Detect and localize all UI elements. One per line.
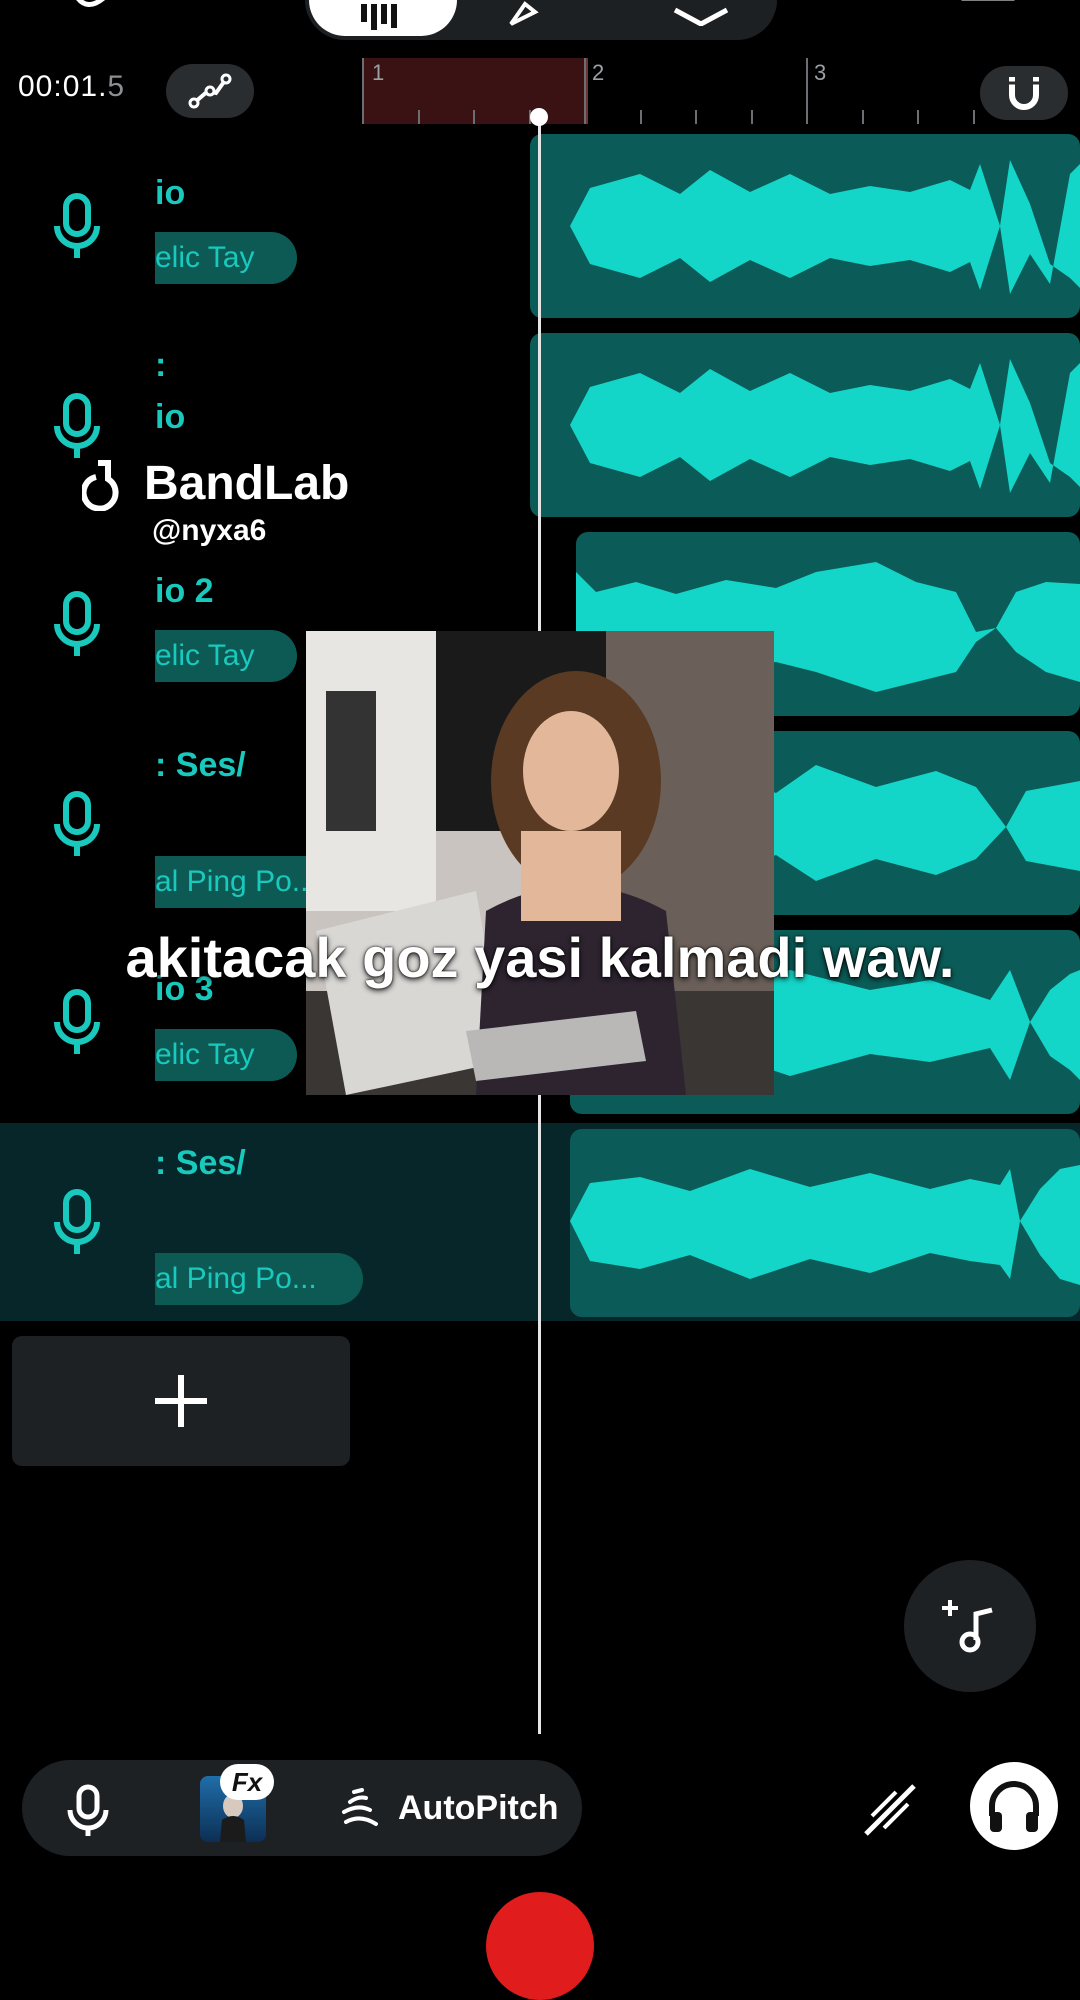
bandlab-logo-icon	[82, 459, 119, 511]
waveform	[570, 1165, 1080, 1285]
pen-icon	[509, 1, 539, 26]
ruler-tick	[695, 110, 697, 124]
ruler-tick	[418, 110, 420, 124]
undo-icon[interactable]	[66, 0, 116, 25]
time-fraction: 5	[107, 70, 126, 103]
magnet-icon	[1006, 77, 1042, 110]
headphones-button[interactable]	[970, 1762, 1058, 1850]
timeline-ruler[interactable]: 1 2 3	[362, 58, 1080, 124]
autopitch-button[interactable]: AutoPitch	[336, 1784, 559, 1832]
loop-icon[interactable]	[958, 0, 1018, 23]
track-name: io	[155, 174, 186, 212]
fx-badge[interactable]: Fx	[220, 1764, 274, 1800]
tuner-icon	[864, 1784, 916, 1836]
tab-tracks[interactable]	[309, 0, 457, 36]
ruler-tick	[584, 58, 586, 124]
track-preset-pill[interactable]: elic Tay	[155, 232, 297, 284]
video-caption: akitacak goz yasi kalmadi waw.	[125, 926, 955, 989]
autopitch-icon	[342, 1788, 378, 1826]
autopitch-label: AutoPitch	[398, 1788, 559, 1827]
watermark-brand: BandLab	[82, 456, 349, 511]
audio-clip[interactable]	[570, 1129, 1080, 1317]
time-display: 00:01.5	[18, 70, 125, 104]
waveform-icon	[361, 4, 397, 30]
ruler-tick	[973, 110, 975, 124]
watermark-brand-text: BandLab	[144, 457, 350, 510]
audio-clip[interactable]	[530, 134, 1080, 318]
tab-layers[interactable]	[671, 0, 731, 31]
snap-button[interactable]	[980, 66, 1068, 120]
track-name-extra: :	[155, 346, 167, 384]
mic-icon[interactable]	[52, 790, 102, 860]
bar-number: 2	[592, 60, 605, 85]
mic-icon	[67, 1784, 109, 1836]
track-name: io	[155, 398, 186, 436]
automation-button[interactable]	[166, 64, 254, 118]
tuner-button[interactable]	[860, 1780, 920, 1845]
bar-number: 1	[372, 60, 385, 85]
mic-icon[interactable]	[52, 988, 102, 1058]
waveform	[530, 160, 1080, 294]
tab-edit[interactable]	[505, 0, 545, 31]
add-icon	[155, 1375, 207, 1427]
layers-icon	[673, 7, 729, 27]
add-instrument-icon	[942, 1600, 993, 1653]
track-preset-pill[interactable]: al Ping Po...	[155, 1253, 363, 1305]
mic-icon[interactable]	[52, 1188, 102, 1258]
mode-switcher	[305, 0, 777, 40]
mic-icon[interactable]	[52, 192, 102, 262]
mic-icon[interactable]	[52, 392, 102, 462]
bar-number: 3	[814, 60, 827, 85]
watermark-username: @nyxa6	[152, 514, 267, 547]
playhead-handle[interactable]	[530, 108, 548, 126]
ruler-tick	[751, 110, 753, 124]
ruler-tick	[806, 58, 808, 124]
track-preset-pill[interactable]: elic Tay	[155, 630, 297, 682]
time-main: 00:01.	[18, 70, 108, 103]
automation-icon	[188, 73, 232, 109]
track-name: : Ses/	[155, 1144, 246, 1182]
add-instrument-button[interactable]	[904, 1560, 1036, 1692]
ruler-tick	[862, 110, 864, 124]
ruler-tick	[917, 110, 919, 124]
record-button[interactable]	[486, 1892, 594, 2000]
track-name: io 2	[155, 572, 214, 610]
ruler-tick	[640, 110, 642, 124]
audio-clip[interactable]	[530, 333, 1080, 517]
ruler-tick	[362, 58, 364, 124]
mic-input-button[interactable]	[66, 1784, 110, 1843]
mic-icon[interactable]	[52, 590, 102, 660]
waveform	[530, 359, 1080, 493]
add-track-button[interactable]	[12, 1336, 350, 1466]
headphones-icon	[989, 1781, 1039, 1832]
ruler-tick	[473, 110, 475, 124]
meme-photo	[306, 631, 774, 1095]
track-name: : Ses/	[155, 746, 246, 784]
track-preset-pill[interactable]: elic Tay	[155, 1029, 297, 1081]
